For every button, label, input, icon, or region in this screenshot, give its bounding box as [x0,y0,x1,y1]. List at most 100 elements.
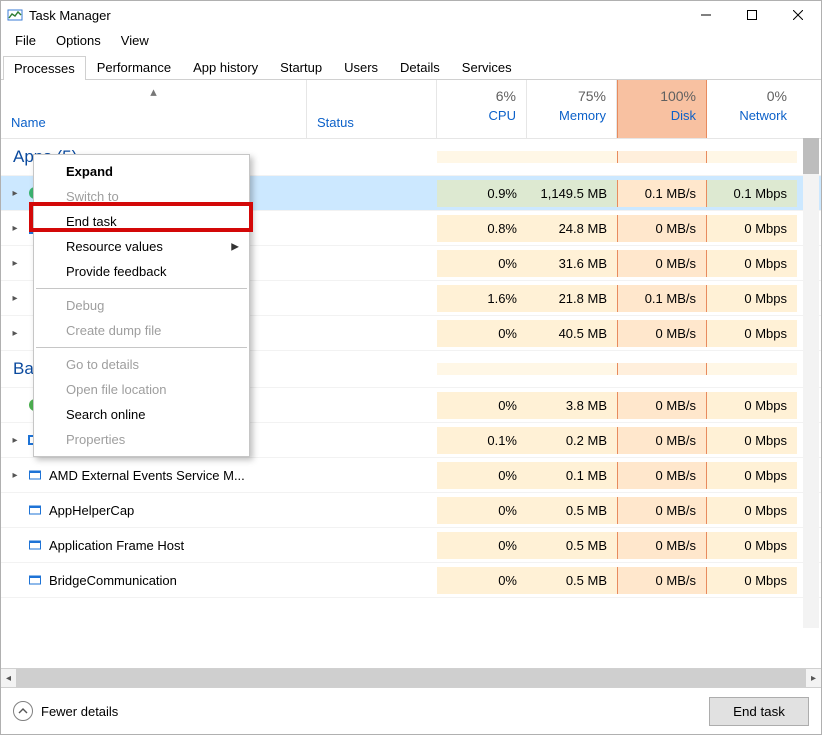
tab-performance[interactable]: Performance [86,55,182,79]
expand-caret-icon[interactable]: ▸ [9,223,21,234]
table-row[interactable]: ▸ Application Frame Host 0% 0.5 MB 0 MB/… [1,528,821,563]
context-menu: Expand Switch to End task Resource value… [33,154,250,457]
ctx-provide-feedback[interactable]: Provide feedback [34,259,249,284]
col-header-memory[interactable]: 75% Memory [527,80,617,138]
task-manager-icon [7,7,23,23]
disk-cell: 0 MB/s [617,427,707,454]
submenu-caret-icon: ▶ [231,241,239,252]
col-header-disk[interactable]: 100% Disk [617,80,707,138]
ctx-go-to-details: Go to details [34,352,249,377]
expand-caret-icon[interactable]: ▸ [9,435,21,446]
menu-file[interactable]: File [7,31,44,50]
expand-caret-icon[interactable]: ▸ [9,328,21,339]
fewer-details-toggle[interactable]: Fewer details [13,701,118,721]
maximize-button[interactable] [729,1,775,29]
ctx-debug: Debug [34,293,249,318]
table-row[interactable]: ▸ BridgeCommunication 0% 0.5 MB 0 MB/s 0… [1,563,821,598]
cpu-cell: 0% [437,320,527,347]
network-cell: 0 Mbps [707,427,797,454]
expand-caret-icon[interactable]: ▸ [9,470,21,481]
cpu-cell: 0% [437,392,527,419]
cpu-cell: 0% [437,462,527,489]
network-label: Network [717,108,787,123]
menu-options[interactable]: Options [48,31,109,50]
ctx-end-task[interactable]: End task [34,209,249,234]
memory-cell: 24.8 MB [527,215,617,242]
window-title: Task Manager [29,8,111,23]
expand-caret-icon[interactable]: ▸ [9,258,21,269]
table-row[interactable]: ▸ AppHelperCap 0% 0.5 MB 0 MB/s 0 Mbps [1,493,821,528]
scrollbar-thumb[interactable] [16,669,806,687]
col-header-status-label: Status [317,115,354,130]
cpu-cell: 0% [437,497,527,524]
cpu-cell: 0% [437,567,527,594]
process-icon [27,572,43,588]
ctx-properties: Properties [34,427,249,452]
tabstrip: Processes Performance App history Startu… [1,52,821,80]
tab-app-history[interactable]: App history [182,55,269,79]
memory-cell: 31.6 MB [527,250,617,277]
tab-details[interactable]: Details [389,55,451,79]
memory-cell: 0.5 MB [527,567,617,594]
tab-services[interactable]: Services [451,55,523,79]
ctx-resource-values[interactable]: Resource values ▶ [34,234,249,259]
process-name: Application Frame Host [49,538,184,553]
disk-cell: 0.1 MB/s [617,180,707,207]
ctx-switch-to: Switch to [34,184,249,209]
table-row[interactable]: ▸ AMD External Events Service M... 0% 0.… [1,458,821,493]
tab-startup[interactable]: Startup [269,55,333,79]
memory-cell: 40.5 MB [527,320,617,347]
disk-cell: 0 MB/s [617,320,707,347]
memory-cell: 0.5 MB [527,532,617,559]
memory-usage-header: 75% [537,88,606,104]
network-cell: 0 Mbps [707,497,797,524]
col-header-cpu[interactable]: 6% CPU [437,80,527,138]
disk-cell: 0.1 MB/s [617,285,707,312]
end-task-button[interactable]: End task [709,697,809,726]
memory-cell: 1,149.5 MB [527,180,617,207]
memory-cell: 0.1 MB [527,462,617,489]
titlebar: Task Manager [1,1,821,29]
disk-cell: 0 MB/s [617,392,707,419]
cpu-cell: 1.6% [437,285,527,312]
cpu-cell: 0% [437,250,527,277]
menubar: File Options View [1,29,821,52]
expand-caret-icon[interactable]: ▸ [9,293,21,304]
disk-cell: 0 MB/s [617,532,707,559]
chevron-up-circle-icon [13,701,33,721]
network-cell: 0 Mbps [707,215,797,242]
scroll-left-icon[interactable]: ◂ [1,669,16,687]
network-cell: 0 Mbps [707,392,797,419]
menu-view[interactable]: View [113,31,157,50]
network-cell: 0.1 Mbps [707,180,797,207]
cpu-cell: 0.1% [437,427,527,454]
cpu-cell: 0% [437,532,527,559]
ctx-expand[interactable]: Expand [34,159,249,184]
disk-cell: 0 MB/s [617,567,707,594]
close-button[interactable] [775,1,821,29]
cpu-cell: 0.9% [437,180,527,207]
process-name: AppHelperCap [49,503,134,518]
scroll-right-icon[interactable]: ▸ [806,669,821,687]
vertical-scrollbar[interactable] [803,138,819,628]
col-header-network[interactable]: 0% Network [707,80,797,138]
network-cell: 0 Mbps [707,462,797,489]
network-cell: 0 Mbps [707,532,797,559]
expand-caret-icon[interactable]: ▸ [9,188,21,199]
disk-cell: 0 MB/s [617,462,707,489]
tab-processes[interactable]: Processes [3,56,86,80]
minimize-button[interactable] [683,1,729,29]
table-header: ▴ Name Status 6% CPU 75% Memory 100% Dis… [1,80,821,139]
scrollbar-thumb[interactable] [803,138,819,174]
fewer-details-label: Fewer details [41,704,118,719]
ctx-search-online[interactable]: Search online [34,402,249,427]
tab-users[interactable]: Users [333,55,389,79]
memory-cell: 21.8 MB [527,285,617,312]
col-header-status[interactable]: Status [307,80,437,138]
horizontal-scrollbar[interactable]: ◂ ▸ [1,668,821,687]
ctx-separator [36,347,247,348]
col-header-name[interactable]: ▴ Name [1,80,307,138]
disk-cell: 0 MB/s [617,215,707,242]
network-cell: 0 Mbps [707,250,797,277]
process-table: ▴ Name Status 6% CPU 75% Memory 100% Dis… [1,80,821,668]
